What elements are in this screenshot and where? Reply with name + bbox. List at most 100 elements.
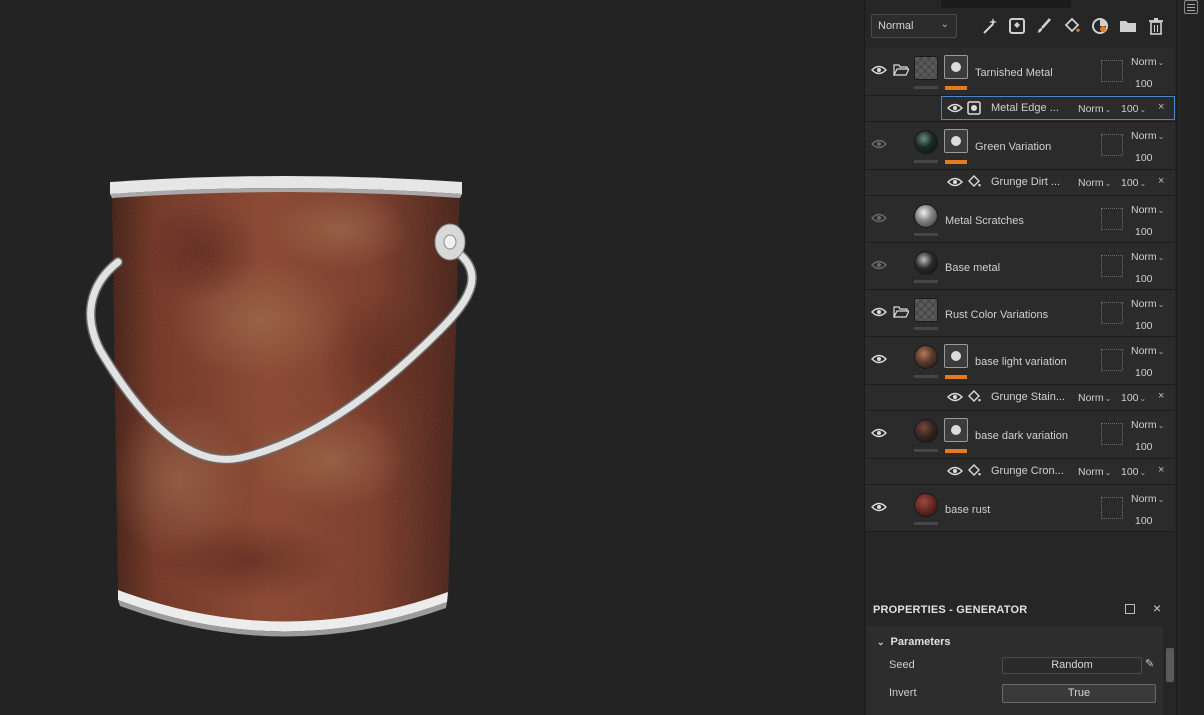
- effect-opacity[interactable]: 100⌄: [1121, 392, 1146, 404]
- properties-panel: PROPERTIES - GENERATOR × ⌄ Parameters See…: [865, 596, 1177, 715]
- blend-channel-box[interactable]: [1101, 134, 1123, 156]
- eye-icon[interactable]: [871, 259, 887, 271]
- layer-thumbnail: [914, 251, 938, 275]
- scrollbar-thumb[interactable]: [1166, 648, 1174, 682]
- effect-row[interactable]: Metal Edge ... Norm⌄ 100⌄ ×: [865, 96, 1175, 122]
- close-icon[interactable]: ×: [1153, 600, 1161, 616]
- layer-opacity[interactable]: 100: [1135, 367, 1153, 379]
- blend-channel-box[interactable]: [1101, 497, 1123, 519]
- close-icon[interactable]: ×: [1158, 175, 1164, 187]
- layer-blend-mode[interactable]: Norm⌄: [1131, 204, 1164, 216]
- seed-random-button[interactable]: Random: [1002, 657, 1142, 674]
- eye-icon[interactable]: [871, 212, 887, 224]
- thumbnail-bar: [914, 522, 938, 525]
- layer-name: Base metal: [945, 262, 1001, 274]
- layer-opacity[interactable]: 100: [1135, 152, 1153, 164]
- effect-row[interactable]: Grunge Stain... Norm⌄ 100⌄ ×: [865, 385, 1175, 411]
- blend-channel-box[interactable]: [1101, 255, 1123, 277]
- layer-opacity[interactable]: 100: [1135, 441, 1153, 453]
- eye-icon[interactable]: [871, 427, 887, 439]
- effect-blend-mode[interactable]: Norm⌄: [1078, 392, 1111, 404]
- layer-opacity[interactable]: 100: [1135, 273, 1153, 285]
- magic-wand-icon[interactable]: [981, 17, 999, 35]
- layer-opacity[interactable]: 100: [1135, 515, 1153, 527]
- invert-toggle-button[interactable]: True: [1002, 684, 1156, 703]
- effect-opacity[interactable]: 100⌄: [1121, 466, 1146, 478]
- layer-blend-mode[interactable]: Norm⌄: [1131, 251, 1164, 263]
- blend-channel-box[interactable]: [1101, 208, 1123, 230]
- layer-name: Rust Color Variations: [945, 309, 1049, 321]
- blend-channel-box[interactable]: [1101, 60, 1123, 82]
- layer-row[interactable]: base light variation Norm⌄ 100: [865, 337, 1175, 385]
- blend-channel-box[interactable]: [1101, 349, 1123, 371]
- layer-thumbnail: [914, 345, 938, 369]
- effect-row[interactable]: Grunge Dirt ... Norm⌄ 100⌄ ×: [865, 170, 1175, 196]
- eye-icon[interactable]: [871, 138, 887, 150]
- layer-row[interactable]: Tarnished Metal Norm⌄ 100: [865, 48, 1175, 96]
- eye-icon[interactable]: [947, 391, 963, 403]
- layer-thumbnail: [914, 56, 938, 80]
- layer-blend-mode[interactable]: Norm⌄: [1131, 56, 1164, 68]
- mask-thumbnail[interactable]: [944, 344, 968, 368]
- fill-icon[interactable]: [1063, 17, 1081, 35]
- effect-blend-mode[interactable]: Norm⌄: [1078, 466, 1111, 478]
- trash-icon[interactable]: [1147, 17, 1165, 35]
- app-window: Normal ⌄ Tarnished Metal Norm⌄ 100 Metal…: [0, 0, 1204, 715]
- fill-icon: [968, 175, 981, 187]
- layer-blend-mode[interactable]: Norm⌄: [1131, 130, 1164, 142]
- close-icon[interactable]: ×: [1158, 390, 1164, 402]
- effect-blend-mode[interactable]: Norm⌄: [1078, 177, 1111, 189]
- brush-icon[interactable]: [1035, 17, 1053, 35]
- effect-opacity[interactable]: 100⌄: [1121, 103, 1146, 115]
- eye-icon[interactable]: [947, 102, 963, 114]
- eye-icon[interactable]: [871, 64, 887, 76]
- layer-row[interactable]: base dark variation Norm⌄ 100: [865, 411, 1175, 459]
- popout-icon[interactable]: [1125, 604, 1135, 614]
- generator-icon[interactable]: [1008, 17, 1026, 35]
- layer-row[interactable]: Rust Color Variations Norm⌄ 100: [865, 290, 1175, 337]
- properties-scrollbar[interactable]: [1165, 626, 1175, 715]
- effect-opacity[interactable]: 100⌄: [1121, 177, 1146, 189]
- generator-icon: [967, 101, 981, 115]
- eye-icon[interactable]: [947, 465, 963, 477]
- layer-row[interactable]: base rust Norm⌄ 100: [865, 485, 1175, 532]
- close-icon[interactable]: ×: [1158, 464, 1164, 476]
- pencil-icon[interactable]: ✎: [1145, 657, 1154, 670]
- layer-row[interactable]: Green Variation Norm⌄ 100: [865, 122, 1175, 170]
- effect-name: Metal Edge ...: [991, 102, 1059, 114]
- folder-icon[interactable]: [1119, 17, 1137, 35]
- viewport-3d[interactable]: [0, 0, 864, 715]
- layer-opacity[interactable]: 100: [1135, 320, 1153, 332]
- layer-opacity[interactable]: 100: [1135, 78, 1153, 90]
- effect-blend-mode[interactable]: Norm⌄: [1078, 103, 1111, 115]
- parameters-section-header[interactable]: ⌄ Parameters: [877, 636, 950, 648]
- eye-icon[interactable]: [947, 176, 963, 188]
- layer-blend-mode[interactable]: Norm⌄: [1131, 493, 1164, 505]
- blend-mode-select[interactable]: Normal ⌄: [871, 14, 957, 38]
- layer-blend-mode[interactable]: Norm⌄: [1131, 419, 1164, 431]
- eye-icon[interactable]: [871, 306, 887, 318]
- mask-thumbnail[interactable]: [944, 129, 968, 153]
- folder-open-icon[interactable]: [893, 64, 909, 76]
- menu-icon[interactable]: [1184, 0, 1198, 14]
- eye-icon[interactable]: [871, 501, 887, 513]
- close-icon[interactable]: ×: [1158, 101, 1164, 113]
- blend-channel-box[interactable]: [1101, 423, 1123, 445]
- mask-thumbnail[interactable]: [944, 418, 968, 442]
- layer-thumbnail: [914, 130, 938, 154]
- color-icon[interactable]: [1091, 17, 1109, 35]
- chevron-down-icon: ⌄: [940, 19, 949, 30]
- layer-name: base rust: [945, 504, 991, 516]
- effect-row[interactable]: Grunge Cron... Norm⌄ 100⌄ ×: [865, 459, 1175, 485]
- thumbnail-bar: [914, 449, 938, 452]
- layer-row[interactable]: Metal Scratches Norm⌄ 100: [865, 196, 1175, 243]
- layer-blend-mode[interactable]: Norm⌄: [1131, 298, 1164, 310]
- panel-tab-strip: [941, 0, 1071, 8]
- blend-channel-box[interactable]: [1101, 302, 1123, 324]
- mask-thumbnail[interactable]: [944, 55, 968, 79]
- eye-icon[interactable]: [871, 353, 887, 365]
- folder-open-icon[interactable]: [893, 306, 909, 318]
- layer-row[interactable]: Base metal Norm⌄ 100: [865, 243, 1175, 290]
- layer-blend-mode[interactable]: Norm⌄: [1131, 345, 1164, 357]
- layer-opacity[interactable]: 100: [1135, 226, 1153, 238]
